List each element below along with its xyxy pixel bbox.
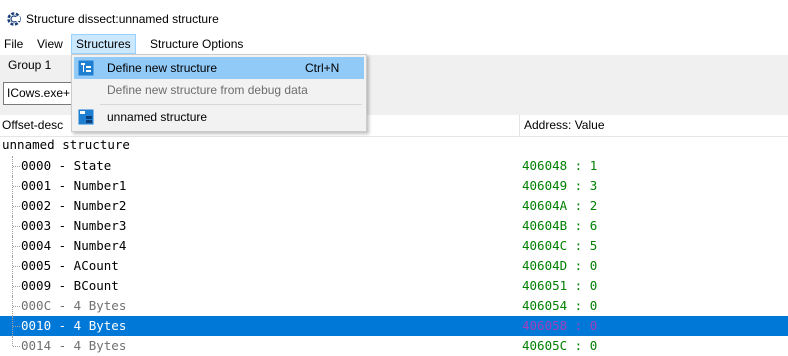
group-tab[interactable]: Group 1 xyxy=(3,55,70,75)
cheat-engine-gear-icon xyxy=(7,12,21,26)
row-address-value: 406058 : 0 xyxy=(522,318,598,333)
structure-row[interactable]: 0009 - BCount 406051 : 0 xyxy=(0,276,788,296)
window-title: Structure dissect:unnamed structure xyxy=(26,12,219,26)
structure-root-node[interactable]: unnamed structure xyxy=(2,136,130,156)
row-offset-description: 0005 - ACount xyxy=(21,258,119,273)
menu-bar: File View Structures Structure Options xyxy=(0,33,788,55)
header-address-value[interactable]: Address: Value xyxy=(524,118,605,132)
row-offset-description: 0001 - Number1 xyxy=(21,178,127,193)
menu-view[interactable]: View xyxy=(33,35,67,53)
structure-row[interactable]: 0014 - 4 Bytes 40605C : 0 xyxy=(0,336,788,356)
row-address-value: 40604B : 6 xyxy=(522,218,598,233)
row-address-value: 406051 : 0 xyxy=(522,278,598,293)
tree-branch-line xyxy=(13,206,20,207)
unnamed-structure-label: unnamed structure xyxy=(107,110,208,124)
tree-branch-line xyxy=(13,266,20,267)
tree-branch-line xyxy=(13,186,20,187)
row-offset-description: 0014 - 4 Bytes xyxy=(21,338,127,353)
title-bar: Structure dissect:unnamed structure xyxy=(0,3,788,33)
row-offset-description: 0010 - 4 Bytes xyxy=(21,318,127,333)
row-address-value: 40604C : 5 xyxy=(522,238,598,253)
address-input[interactable]: ICows.exe+ xyxy=(3,82,78,105)
row-address-value: 40604D : 0 xyxy=(522,258,598,273)
tree-branch-line xyxy=(13,246,20,247)
tree-connector-line xyxy=(12,336,14,346)
row-offset-description: 0003 - Number3 xyxy=(21,218,127,233)
structure-row[interactable]: 0000 - State 406048 : 1 xyxy=(0,156,788,176)
define-from-debug-data-label: Define new structure from debug data xyxy=(107,83,308,97)
structure-row[interactable]: 0010 - 4 Bytes 406058 : 0 xyxy=(0,316,788,336)
row-address-value: 40604A : 2 xyxy=(522,198,598,213)
structure-row[interactable]: 0005 - ACount 40604D : 0 xyxy=(0,256,788,276)
structure-row[interactable]: 0003 - Number3 40604B : 6 xyxy=(0,216,788,236)
row-offset-description: 0000 - State xyxy=(21,158,112,173)
structure-row[interactable]: 0001 - Number1 406049 : 3 xyxy=(0,176,788,196)
menu-structures[interactable]: Structures xyxy=(71,34,136,54)
row-address-value: 40605C : 0 xyxy=(522,338,598,353)
tree-branch-line xyxy=(13,286,20,287)
structure-row[interactable]: 0004 - Number4 40604C : 5 xyxy=(0,236,788,256)
menu-file[interactable]: File xyxy=(0,35,27,53)
structure-row[interactable]: 0002 - Number2 40604A : 2 xyxy=(0,196,788,216)
structure-tree: unnamed structure 0000 - State 406048 : 1… xyxy=(0,136,788,353)
column-divider[interactable] xyxy=(519,115,520,136)
row-offset-description: 000C - 4 Bytes xyxy=(21,298,127,313)
tree-branch-line xyxy=(13,166,20,167)
structure-icon xyxy=(78,109,94,125)
row-address-value: 406049 : 3 xyxy=(522,178,598,193)
row-address-value: 406048 : 1 xyxy=(522,158,598,173)
menu-item-define-from-debug-data: Define new structure from debug data xyxy=(74,79,364,101)
tree-branch-line xyxy=(13,306,20,307)
row-offset-description: 0009 - BCount xyxy=(21,278,119,293)
define-structure-icon xyxy=(78,60,94,76)
menu-structure-options[interactable]: Structure Options xyxy=(146,35,247,53)
tree-branch-line xyxy=(13,346,20,347)
row-offset-description: 0002 - Number2 xyxy=(21,198,127,213)
structure-row[interactable]: 000C - 4 Bytes 406054 : 0 xyxy=(0,296,788,316)
tree-branch-line xyxy=(13,326,20,327)
define-new-structure-shortcut: Ctrl+N xyxy=(305,61,340,75)
menu-item-unnamed-structure[interactable]: unnamed structure xyxy=(74,106,364,128)
menu-item-define-new-structure[interactable]: Define new structure Ctrl+N xyxy=(74,57,364,79)
row-address-value: 406054 : 0 xyxy=(522,298,598,313)
header-offset-description[interactable]: Offset-desc xyxy=(2,118,63,132)
menu-separator xyxy=(100,104,362,105)
define-new-structure-label: Define new structure xyxy=(107,61,218,75)
row-offset-description: 0004 - Number4 xyxy=(21,238,127,253)
tree-branch-line xyxy=(13,226,20,227)
structures-dropdown-menu: Define new structure Ctrl+N Define new s… xyxy=(71,54,367,132)
